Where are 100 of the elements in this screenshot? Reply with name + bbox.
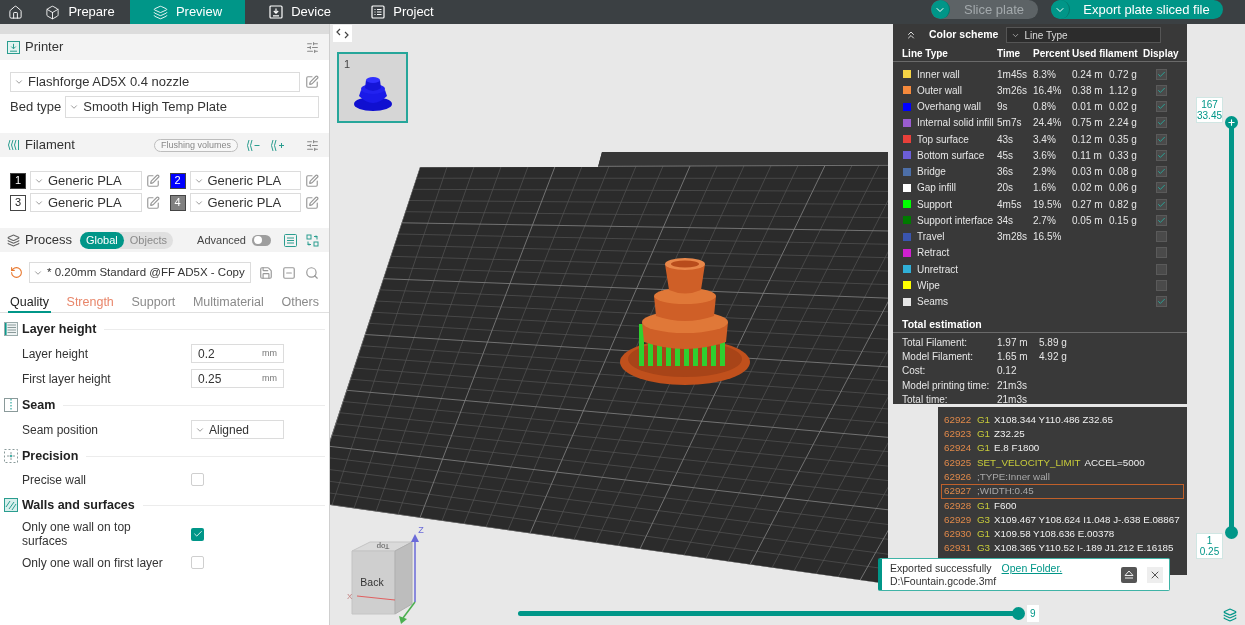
setting-label: Precise wall bbox=[22, 472, 88, 487]
expand-collapse-icon[interactable] bbox=[333, 25, 352, 42]
printer-select[interactable]: Flashforge AD5X 0.4 nozzle bbox=[10, 72, 300, 92]
filament-select[interactable]: Generic PLA bbox=[189, 193, 301, 212]
settings-tab[interactable]: Others bbox=[279, 293, 321, 313]
layer-number: 1 bbox=[1206, 535, 1213, 546]
slider-handle[interactable] bbox=[1225, 115, 1238, 129]
close-icon[interactable] bbox=[1147, 566, 1163, 583]
gcode-line[interactable]: 62928 G1 F600 bbox=[941, 498, 1184, 514]
layers-icon[interactable] bbox=[1223, 608, 1237, 622]
minus-square-icon[interactable] bbox=[282, 265, 296, 280]
dropdown-select[interactable]: Aligned bbox=[191, 420, 284, 439]
open-folder-link[interactable]: Open Folder. bbox=[1001, 561, 1063, 575]
display-checkbox[interactable] bbox=[1156, 101, 1167, 113]
settings-sliders-icon[interactable] bbox=[306, 138, 319, 152]
settings-tab[interactable]: Multimaterial bbox=[190, 293, 266, 313]
length-cell-text: 0.11 m bbox=[1072, 148, 1103, 163]
edit-icon[interactable] bbox=[305, 75, 319, 89]
display-checkbox[interactable] bbox=[1156, 166, 1167, 178]
gcode-line[interactable]: 62922 G1 X108.344 Y110.486 Z32.65 bbox=[941, 413, 1184, 428]
slider-handle[interactable] bbox=[1225, 525, 1238, 539]
estimate-value: 21m3s bbox=[997, 392, 1028, 407]
cube-icon bbox=[45, 4, 61, 20]
filament-color-swatch[interactable]: 1 bbox=[10, 172, 26, 189]
edit-icon[interactable] bbox=[145, 173, 160, 188]
gcode-line[interactable]: 62931 G3 X108.365 Y110.52 I-.189 J1.212 E.16185 bbox=[941, 541, 1184, 556]
settings-tab[interactable]: Quality bbox=[8, 293, 51, 313]
collapse-icon[interactable] bbox=[905, 29, 917, 41]
display-checkbox[interactable] bbox=[1156, 84, 1167, 96]
edit-icon[interactable] bbox=[305, 173, 319, 188]
display-checkbox[interactable] bbox=[1156, 149, 1167, 161]
plate-thumbnail[interactable]: 1 bbox=[337, 52, 408, 123]
number-input[interactable]: 0.2 mm bbox=[191, 344, 284, 363]
length-cell-text: 0.05 m bbox=[1072, 213, 1104, 228]
eject-icon[interactable] bbox=[1121, 566, 1137, 583]
filament-select[interactable]: Generic PLA bbox=[189, 171, 301, 190]
display-checkbox[interactable] bbox=[1156, 263, 1167, 275]
search-icon[interactable] bbox=[305, 265, 319, 280]
display-checkbox[interactable] bbox=[1156, 182, 1167, 194]
process-preset-select[interactable]: * 0.20mm Standard @FF AD5X - Copy bbox=[29, 262, 251, 283]
filament-select[interactable]: Generic PLA bbox=[30, 171, 142, 190]
filament-color-swatch[interactable]: 3 bbox=[10, 194, 26, 211]
settings-sliders-icon[interactable] bbox=[306, 40, 319, 54]
slider-handle[interactable] bbox=[1011, 607, 1025, 620]
x-axis-line bbox=[356, 595, 396, 601]
display-checkbox[interactable] bbox=[1156, 247, 1167, 259]
percent-cell-text: 24.4% bbox=[1033, 116, 1063, 131]
group-title: Seam bbox=[22, 396, 56, 414]
display-checkbox[interactable] bbox=[1156, 133, 1167, 145]
length-cell-text: 0.03 m bbox=[1072, 165, 1104, 180]
line-type-name: Unretract bbox=[917, 262, 960, 277]
color-scheme-select[interactable]: Line Type bbox=[1006, 27, 1162, 43]
list-icon[interactable] bbox=[284, 233, 297, 247]
compare-icon[interactable] bbox=[306, 233, 319, 247]
length-cell-text: 0.75 m bbox=[1072, 116, 1104, 131]
home-icon[interactable] bbox=[7, 4, 23, 20]
view-cube[interactable] bbox=[351, 541, 413, 615]
gcode-line[interactable]: 62929 G3 X109.467 Y108.624 I1.048 J-.638 E.08867 bbox=[941, 513, 1184, 528]
add-filament-icon[interactable] bbox=[270, 138, 285, 152]
estimate-label: Model printing time: bbox=[902, 378, 991, 393]
display-checkbox[interactable] bbox=[1156, 117, 1167, 129]
edit-icon[interactable] bbox=[305, 195, 319, 210]
reset-icon[interactable] bbox=[10, 266, 23, 279]
gcode-line[interactable]: 62923 G1 Z32.25 bbox=[941, 427, 1184, 442]
checkbox[interactable] bbox=[191, 527, 204, 541]
gcode-line[interactable]: 62930 G1 X109.58 Y108.636 E.00378 bbox=[941, 527, 1184, 542]
filament-color-swatch[interactable]: 4 bbox=[169, 194, 186, 211]
filament-select[interactable]: Generic PLA bbox=[30, 193, 142, 212]
estimate-label: Total time: bbox=[902, 392, 949, 407]
display-checkbox[interactable] bbox=[1156, 214, 1167, 226]
checkbox[interactable] bbox=[191, 473, 204, 486]
display-checkbox[interactable] bbox=[1156, 68, 1167, 80]
export-button[interactable]: Export plate sliced file bbox=[1051, 0, 1223, 19]
time-cell-text: 36s bbox=[997, 165, 1015, 180]
remove-filament-icon[interactable] bbox=[246, 138, 261, 152]
checkbox[interactable] bbox=[191, 556, 204, 569]
layer-slider-track[interactable] bbox=[1225, 115, 1238, 539]
display-checkbox[interactable] bbox=[1156, 198, 1167, 210]
advanced-switch[interactable] bbox=[252, 234, 271, 246]
setting-label: Only one wall on first layer bbox=[22, 555, 164, 570]
toast-message: Exported successfully bbox=[890, 561, 992, 575]
settings-tab[interactable]: Support bbox=[129, 293, 178, 313]
save-icon[interactable] bbox=[259, 265, 273, 280]
edit-icon[interactable] bbox=[145, 195, 160, 210]
display-checkbox[interactable] bbox=[1156, 231, 1167, 243]
scope-option[interactable]: Global bbox=[79, 231, 124, 249]
section-title: Process bbox=[25, 231, 72, 250]
chevron-down-icon bbox=[69, 102, 80, 112]
gcode-line[interactable]: 62925 SET_VELOCITY_LIMIT ACCEL=5000 bbox=[941, 455, 1184, 471]
filament-color-swatch[interactable]: 2 bbox=[169, 172, 186, 189]
display-checkbox[interactable] bbox=[1156, 296, 1167, 308]
bed-type-select[interactable]: Smooth High Temp Plate bbox=[65, 96, 319, 118]
gcode-line[interactable]: 62926 ;TYPE:Inner wall bbox=[941, 470, 1184, 485]
flushing-volumes-button[interactable]: Flushing volumes bbox=[153, 138, 238, 152]
display-checkbox[interactable] bbox=[1156, 279, 1167, 291]
gcode-line[interactable]: 62924 G1 E.8 F1800 bbox=[941, 441, 1184, 456]
number-input[interactable]: 0.25 mm bbox=[191, 369, 284, 388]
length-cell-text: 0.01 m bbox=[1072, 100, 1104, 115]
walls-icon bbox=[4, 498, 18, 512]
mode-tab[interactable]: Preview bbox=[130, 0, 245, 24]
